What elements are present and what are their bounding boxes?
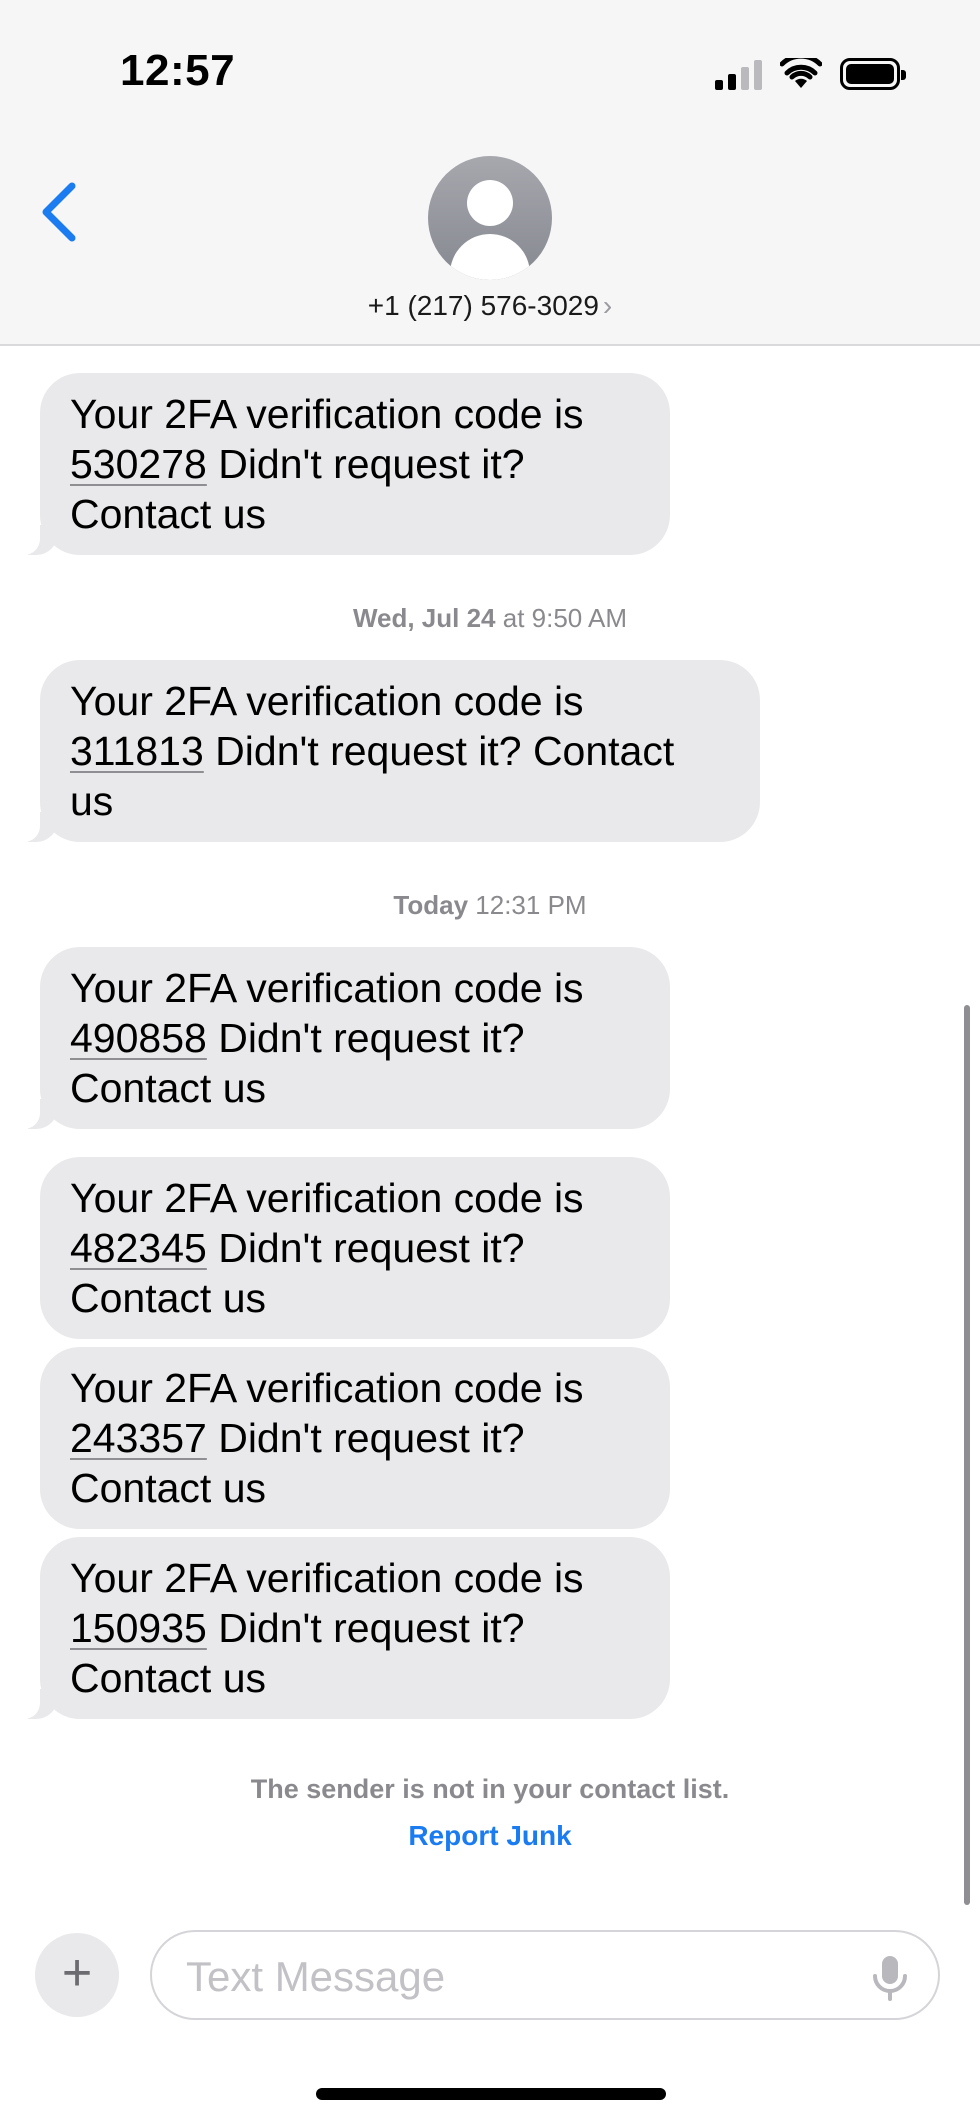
scrollbar[interactable] [964,1005,970,1905]
chevron-right-icon: › [602,290,613,321]
message-text: Didn't request it? [206,1415,525,1461]
message-text: Your 2FA verification code is [70,1175,584,1221]
verification-code-link[interactable]: 490858 [70,1015,207,1061]
message-text: Your 2FA verification code is [70,965,584,1011]
timestamp-day: Today [393,890,469,920]
message-text: Your 2FA verification code is [70,391,584,437]
message-input[interactable]: Text Message [150,1930,940,2020]
verification-code-link[interactable]: 150935 [70,1605,207,1651]
verification-code-link[interactable]: 311813 [70,728,204,774]
message-text: Didn't request it? [206,1605,525,1651]
message-bubble[interactable]: Your 2FA verification code is 243357 Did… [40,1347,670,1529]
message-timestamp: Wed, Jul 24 at 9:50 AM [0,603,980,634]
contact-number: +1 (217) 576-3029 [367,290,599,321]
message-text: Your 2FA verification code is [70,1555,584,1601]
status-time: 12:57 [120,46,236,95]
plus-icon: + [61,1944,93,2002]
message-bubble[interactable]: Your 2FA verification code is 311813 Did… [18,660,760,842]
message-timestamp: Today 12:31 PM [0,890,980,921]
message-text: us [70,778,114,824]
unknown-sender-notice: The sender is not in your contact list. [250,1774,730,1804]
message-input-placeholder: Text Message [186,1953,446,2000]
message-text: Contact us [70,1065,266,1111]
contact-name-button[interactable]: +1 (217) 576-3029 › [0,290,980,322]
message-bubble[interactable]: Your 2FA verification code is 530278 Did… [18,373,670,555]
wifi-icon [780,58,822,88]
verification-code-link[interactable]: 530278 [70,441,207,487]
status-icons [715,56,906,92]
add-attachment-button[interactable]: + [35,1933,119,2017]
message-text: Contact us [70,1655,266,1701]
cellular-signal-icon [715,58,762,90]
message-text: Didn't request it? Contact [203,728,675,774]
message-text: Contact us [70,1465,266,1511]
home-indicator[interactable] [316,2088,666,2100]
conversation-header: 12:57 +1 (217) 576-3029 › [0,0,980,346]
message-bubble[interactable]: Your 2FA verification code is 482345 Did… [40,1157,670,1339]
message-text: Contact us [70,1275,266,1321]
message-text: Your 2FA verification code is [70,1365,584,1411]
back-chevron-icon[interactable] [36,180,84,244]
verification-code-link[interactable]: 243357 [70,1415,207,1461]
message-bubble[interactable]: Your 2FA verification code is 490858 Did… [18,947,670,1129]
message-bubble[interactable]: Your 2FA verification code is 150935 Did… [18,1537,670,1719]
microphone-icon[interactable] [870,1954,910,2002]
timestamp-day: Wed, Jul 24 [352,603,496,633]
contact-avatar-icon[interactable] [428,156,552,280]
message-text: Didn't request it? [206,1015,525,1061]
timestamp-time: 12:31 PM [468,890,587,920]
report-junk-link[interactable]: Report Junk [0,1820,980,1852]
message-text: Didn't request it? [206,1225,525,1271]
message-text: Didn't request it? [206,441,525,487]
verification-code-link[interactable]: 482345 [70,1225,207,1271]
message-text: Your 2FA verification code is [70,678,584,724]
timestamp-time: at 9:50 AM [495,603,628,633]
message-text: Contact us [70,491,266,537]
battery-icon [840,58,906,90]
